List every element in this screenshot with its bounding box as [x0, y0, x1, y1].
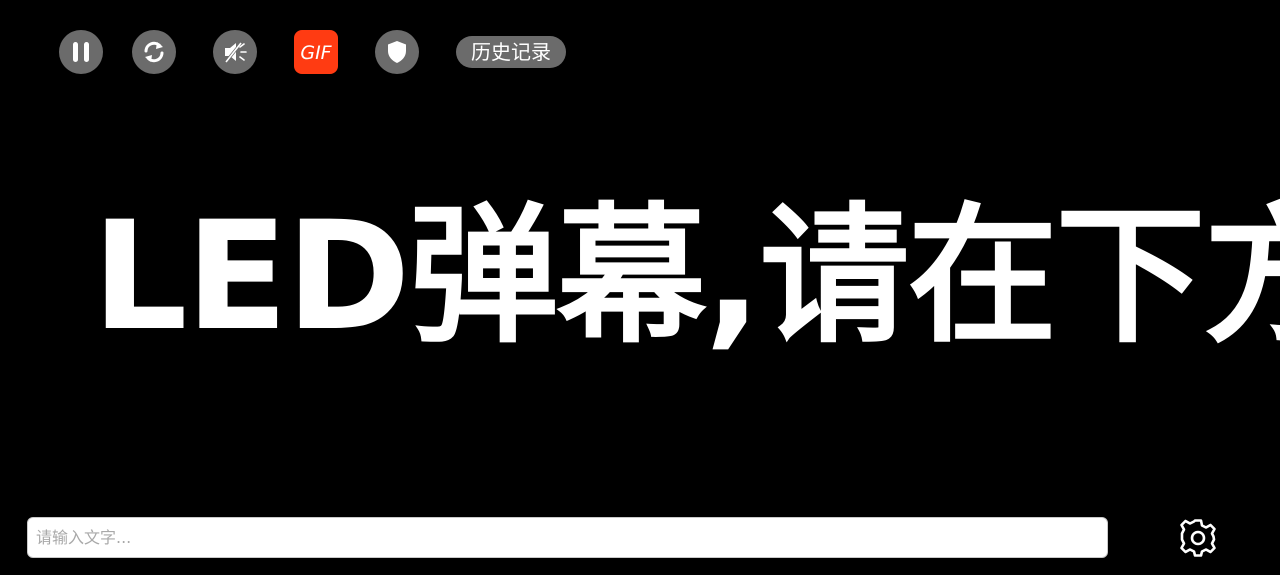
reload-button[interactable] [132, 30, 176, 74]
pause-icon [73, 42, 89, 62]
mute-button[interactable] [213, 30, 257, 74]
gif-icon: GIF [300, 42, 332, 64]
shield-icon [388, 41, 406, 63]
settings-button[interactable] [1176, 517, 1220, 559]
gear-icon [1180, 519, 1216, 557]
refresh-icon [144, 41, 164, 63]
gif-button[interactable]: GIF [294, 30, 338, 74]
text-input[interactable] [27, 517, 1108, 558]
shield-button[interactable] [375, 30, 419, 74]
top-toolbar: GIF 历史记录 [0, 0, 1280, 104]
gif-label: GIF [300, 42, 332, 64]
marquee-text: LED弹幕,请在下方输入文字 [92, 190, 1280, 364]
history-button[interactable]: 历史记录 [456, 36, 566, 68]
pause-button[interactable] [59, 30, 103, 74]
marquee-area: LED弹幕,请在下方输入文字 [0, 180, 1280, 380]
speaker-muted-icon [223, 41, 247, 64]
led-display-screen: GIF 历史记录 LED弹幕,请在下方输入文字 [0, 0, 1280, 575]
